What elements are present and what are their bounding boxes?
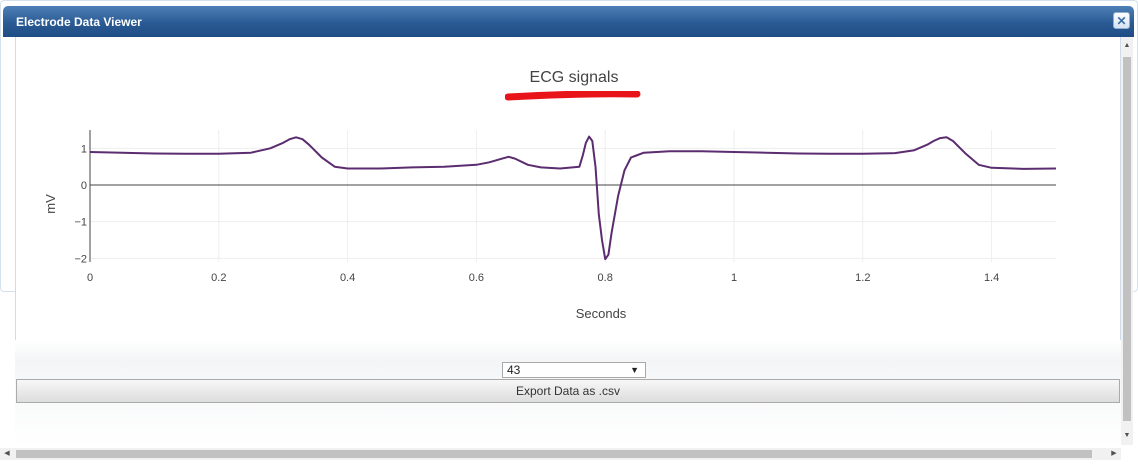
x-tick-label: 1	[731, 272, 737, 284]
x-tick-label: 0.4	[340, 272, 355, 284]
x-tick-label: 1.4	[984, 272, 999, 284]
scroll-down-icon[interactable]: ▼	[1121, 429, 1133, 443]
x-axis-label: Seconds	[576, 306, 627, 321]
x-tick-label: 0	[87, 272, 93, 284]
channel-select[interactable]: 43 ▼	[502, 362, 646, 378]
y-tick-label: 1	[81, 143, 87, 155]
x-tick-label: 1.2	[855, 272, 870, 284]
y-tick-label: −1	[74, 217, 87, 229]
ecg-series-line[interactable]	[89, 135, 1057, 261]
export-csv-button[interactable]: Export Data as .csv	[16, 379, 1120, 403]
dropdown-arrow-icon: ▼	[630, 365, 639, 375]
x-tick-label: 0.8	[598, 272, 613, 284]
scroll-up-icon[interactable]: ▲	[1121, 39, 1133, 53]
scroll-left-icon[interactable]: ◀	[0, 448, 14, 460]
vertical-scroll-thumb[interactable]	[1123, 57, 1131, 421]
y-tick-label: −2	[74, 253, 87, 265]
y-tick-label: 0	[81, 180, 87, 192]
scroll-right-icon[interactable]: ▶	[1107, 448, 1121, 460]
horizontal-scrollbar[interactable]: ◀ ▶	[0, 448, 1121, 460]
x-tick-label: 0.6	[469, 272, 484, 284]
channel-select-value: 43	[507, 363, 521, 377]
horizontal-scroll-thumb[interactable]	[16, 450, 1092, 458]
vertical-scrollbar[interactable]: ▲ ▼	[1121, 37, 1133, 445]
x-tick-label: 0.2	[211, 272, 226, 284]
y-axis-label: mV	[43, 194, 58, 214]
